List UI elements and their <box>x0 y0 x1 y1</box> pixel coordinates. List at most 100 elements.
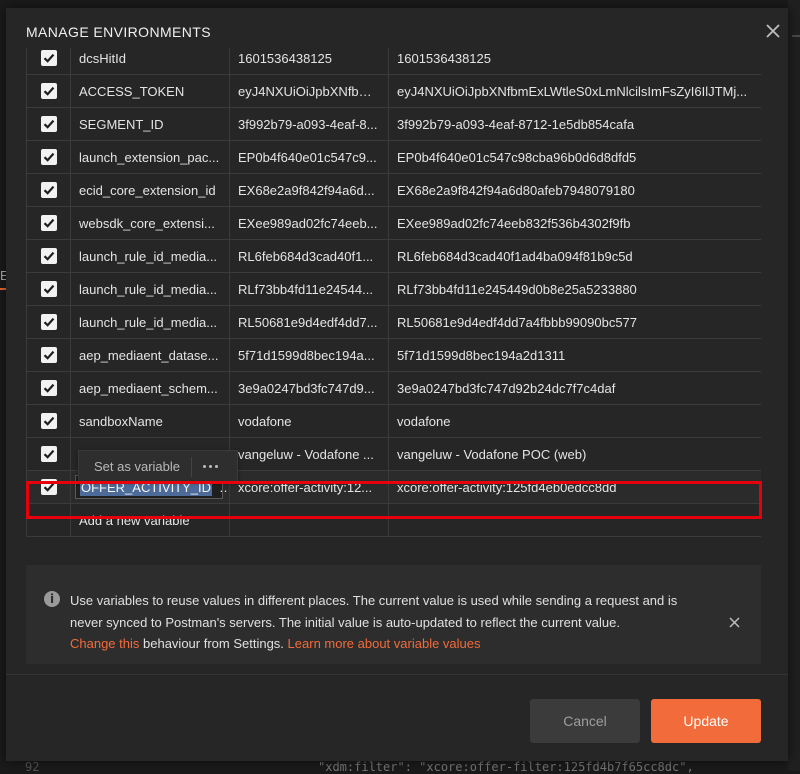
variable-current-value-cell[interactable]: 1601536438125 <box>388 48 761 75</box>
variable-key-cell[interactable]: launch_rule_id_media... <box>70 272 230 306</box>
variables-table-container[interactable]: dcsHitId 1601536438125 1601536438125 ACCESS… <box>26 48 761 560</box>
close-icon <box>728 616 740 628</box>
variable-row: launch_rule_id_media... RL50681e9d4edf4dd… <box>26 305 761 339</box>
variable-initial-value-cell[interactable]: RLf73bb4fd11e24544... <box>229 272 389 306</box>
close-modal-button[interactable] <box>762 20 784 42</box>
variable-initial-value-cell[interactable]: RL6feb684d3cad40f1... <box>229 239 389 273</box>
update-button[interactable]: Update <box>651 699 761 743</box>
check-icon <box>43 120 54 130</box>
learn-more-link[interactable]: Learn more about variable values <box>288 636 481 651</box>
variable-current-value-cell[interactable]: RLf73bb4fd11e245449d0b8e25a5233880 <box>388 272 761 306</box>
set-as-variable-toolbar: Set as variable <box>78 450 238 482</box>
new-variable-initial-cell[interactable] <box>229 503 389 537</box>
info-description: Use variables to reuse values in differe… <box>70 593 678 630</box>
check-icon <box>43 384 54 394</box>
variable-enabled-checkbox[interactable] <box>40 446 57 463</box>
variable-enabled-cell <box>26 74 71 108</box>
variable-enabled-checkbox[interactable] <box>40 182 57 199</box>
dismiss-info-button[interactable] <box>726 614 742 630</box>
variable-key-cell[interactable]: ecid_core_extension_id <box>70 173 230 207</box>
variable-row: websdk_core_extensi... EXee989ad02fc74eeb… <box>26 206 761 240</box>
variable-key-cell[interactable]: launch_extension_pac... <box>70 140 230 174</box>
variable-enabled-cell <box>26 470 71 504</box>
variable-enabled-checkbox[interactable] <box>40 347 57 364</box>
check-icon <box>43 417 54 427</box>
variable-current-value-cell[interactable]: vangeluw - Vodafone POC (web) <box>388 437 761 471</box>
variable-enabled-checkbox[interactable] <box>40 281 57 298</box>
variable-enabled-checkbox[interactable] <box>40 479 57 496</box>
variable-initial-value-cell[interactable]: 5f71d1599d8bec194a... <box>229 338 389 372</box>
variable-current-value-cell[interactable]: eyJ4NXUiOiJpbXNfbmExLWtleS0xLmNlcilsImFs… <box>388 74 761 108</box>
variable-enabled-checkbox[interactable] <box>40 215 57 232</box>
variable-current-value-cell[interactable]: EP0b4f640e01c547c98cba96b0d6d8dfd5 <box>388 140 761 174</box>
variable-initial-value-cell[interactable]: eyJ4NXUiOiJpbXNfbm... <box>229 74 389 108</box>
variables-info-banner: i Use variables to reuse values in diffe… <box>26 565 761 664</box>
variable-initial-value-cell[interactable]: vangeluw - Vodafone ... <box>229 437 389 471</box>
variable-key-cell[interactable]: SEGMENT_ID <box>70 107 230 141</box>
variable-enabled-checkbox[interactable] <box>40 116 57 133</box>
change-this-link[interactable]: Change this <box>70 636 139 651</box>
variable-initial-value-cell[interactable]: 3e9a0247bd3fc747d9... <box>229 371 389 405</box>
variable-enabled-checkbox[interactable] <box>40 314 57 331</box>
variable-current-value-cell[interactable]: vodafone <box>388 404 761 438</box>
variable-row: launch_rule_id_media... RL6feb684d3cad40f… <box>26 239 761 273</box>
set-as-variable-button[interactable]: Set as variable <box>94 459 180 474</box>
variable-enabled-checkbox[interactable] <box>40 248 57 265</box>
variable-initial-value-cell[interactable]: EXee989ad02fc74eeb... <box>229 206 389 240</box>
variable-initial-value-cell[interactable]: xcore:offer-activity:12... <box>229 470 389 504</box>
variable-enabled-checkbox[interactable] <box>40 50 57 67</box>
variable-initial-value-cell[interactable]: EP0b4f640e01c547c9... <box>229 140 389 174</box>
more-options-button[interactable] <box>197 455 223 477</box>
variable-key-cell[interactable]: ACCESS_TOKEN <box>70 74 230 108</box>
variable-enabled-cell <box>26 437 71 471</box>
check-icon <box>43 351 54 361</box>
variable-key-cell[interactable]: launch_rule_id_media... <box>70 239 230 273</box>
variable-key-cell[interactable]: websdk_core_extensi... <box>70 206 230 240</box>
info-icon: i <box>44 591 60 607</box>
variable-enabled-cell <box>26 140 71 174</box>
variable-key-cell[interactable]: sandboxName <box>70 404 230 438</box>
variable-row: ACCESS_TOKEN eyJ4NXUiOiJpbXNfbm... eyJ4NXU… <box>26 74 761 108</box>
variable-current-value-cell[interactable]: 3e9a0247bd3fc747d92b24dc7f7c4daf <box>388 371 761 405</box>
variable-key-cell[interactable]: aep_mediaent_schem... <box>70 371 230 405</box>
footer-divider <box>6 674 788 675</box>
variable-row: launch_rule_id_media... RLf73bb4fd11e2454… <box>26 272 761 306</box>
variable-enabled-checkbox[interactable] <box>40 149 57 166</box>
variable-initial-value-cell[interactable]: EX68e2a9f842f94a6d... <box>229 173 389 207</box>
variable-enabled-cell <box>26 371 71 405</box>
variable-current-value-cell[interactable]: EXee989ad02fc74eeb832f536b4302f9fb <box>388 206 761 240</box>
variable-initial-value-cell[interactable]: vodafone <box>229 404 389 438</box>
background-line-number: 92 <box>25 760 40 774</box>
variable-current-value-cell[interactable]: RL6feb684d3cad40f1ad4ba094f81b9c5d <box>388 239 761 273</box>
variable-key-cell[interactable]: launch_rule_id_media... <box>70 305 230 339</box>
variable-row: launch_extension_pac... EP0b4f640e01c547c… <box>26 140 761 174</box>
variable-current-value-cell[interactable]: RL50681e9d4edf4dd7a4fbbb99090bc577 <box>388 305 761 339</box>
variable-initial-value-cell[interactable]: RL50681e9d4edf4dd7... <box>229 305 389 339</box>
variable-initial-value-cell[interactable]: 3f992b79-a093-4eaf-8... <box>229 107 389 141</box>
variable-current-value-cell[interactable]: xcore:offer-activity:125fd4eb0edcc8dd <box>388 470 761 504</box>
variable-enabled-checkbox[interactable] <box>40 380 57 397</box>
variable-enabled-cell <box>26 338 71 372</box>
background-scroll-edge <box>788 0 800 771</box>
variable-key-cell[interactable]: aep_mediaent_datase... <box>70 338 230 372</box>
variable-current-value-cell[interactable]: EX68e2a9f842f94a6d80afeb7948079180 <box>388 173 761 207</box>
check-icon <box>43 252 54 262</box>
new-variable-input[interactable]: Add a new variable <box>70 503 230 537</box>
check-icon <box>43 450 54 460</box>
variable-key-cell[interactable]: dcsHitId <box>70 48 230 75</box>
variable-initial-value-cell[interactable]: 1601536438125 <box>229 48 389 75</box>
variable-current-value-cell[interactable]: 5f71d1599d8bec194a2d1311 <box>388 338 761 372</box>
check-icon <box>43 219 54 229</box>
variable-enabled-cell <box>26 206 71 240</box>
check-icon <box>43 318 54 328</box>
check-icon <box>43 285 54 295</box>
variable-enabled-cell <box>26 305 71 339</box>
variable-enabled-checkbox[interactable] <box>40 413 57 430</box>
variable-enabled-cell <box>26 272 71 306</box>
new-variable-current-cell[interactable] <box>388 503 761 537</box>
variable-enabled-checkbox[interactable] <box>40 83 57 100</box>
cancel-button[interactable]: Cancel <box>530 699 640 743</box>
modal-title: MANAGE ENVIRONMENTS <box>26 24 211 40</box>
check-icon <box>43 483 54 493</box>
variable-current-value-cell[interactable]: 3f992b79-a093-4eaf-8712-1e5db854cafa <box>388 107 761 141</box>
